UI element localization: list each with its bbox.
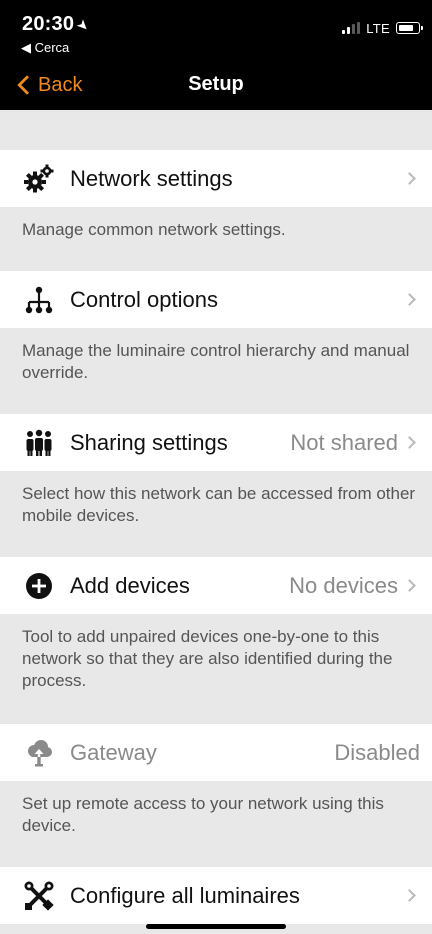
plus-circle-icon	[24, 571, 54, 601]
tools-icon	[24, 881, 54, 911]
network-settings-row[interactable]: Network settings	[0, 150, 432, 207]
hierarchy-icon	[24, 285, 54, 315]
chevron-right-icon	[403, 579, 416, 592]
status-back-to-app[interactable]: ◀ Cerca	[21, 40, 69, 56]
network-settings-description: Manage common network settings.	[22, 220, 286, 239]
control-options-description: Manage the luminaire control hierarchy a…	[22, 341, 410, 382]
people-icon	[24, 428, 54, 458]
chevron-right-icon	[403, 172, 416, 185]
gateway-row: Gateway Disabled	[0, 724, 432, 781]
location-arrow-icon: ➤	[73, 15, 94, 36]
gateway-label: Gateway	[70, 739, 157, 765]
signal-strength-icon	[342, 22, 361, 34]
control-options-row[interactable]: Control options	[0, 271, 432, 328]
sharing-settings-description: Select how this network can be accessed …	[22, 484, 416, 525]
gateway-description: Set up remote access to your network usi…	[22, 794, 384, 835]
network-settings-label: Network settings	[70, 165, 233, 191]
chevron-right-icon	[403, 436, 416, 449]
control-options-label: Control options	[70, 286, 218, 312]
add-devices-value: No devices	[289, 572, 398, 598]
status-indicators: LTE	[342, 20, 423, 36]
chevron-right-icon	[403, 293, 416, 306]
status-time: 20:30➤	[22, 13, 93, 36]
configure-all-luminaires-label: Configure all luminaires	[70, 882, 300, 908]
sharing-settings-value: Not shared	[290, 429, 398, 455]
gateway-value: Disabled	[334, 739, 420, 765]
battery-icon	[396, 22, 423, 34]
gears-icon	[24, 164, 54, 194]
home-indicator[interactable]	[146, 924, 286, 929]
cloud-upload-icon	[24, 738, 54, 768]
configure-all-luminaires-row[interactable]: Configure all luminaires	[0, 867, 432, 924]
top-bar: 20:30➤ ◀ Cerca LTE Back Setup	[0, 0, 432, 110]
chevron-right-icon	[403, 889, 416, 902]
sharing-settings-row[interactable]: Sharing settings Not shared	[0, 414, 432, 471]
page-title: Setup	[188, 73, 244, 95]
network-type: LTE	[366, 20, 390, 36]
add-devices-label: Add devices	[70, 572, 190, 598]
status-time-text: 20:30	[22, 13, 75, 35]
add-devices-description: Tool to add unpaired devices one-by-one …	[22, 627, 393, 690]
add-devices-row[interactable]: Add devices No devices	[0, 557, 432, 614]
sharing-settings-label: Sharing settings	[70, 429, 228, 455]
